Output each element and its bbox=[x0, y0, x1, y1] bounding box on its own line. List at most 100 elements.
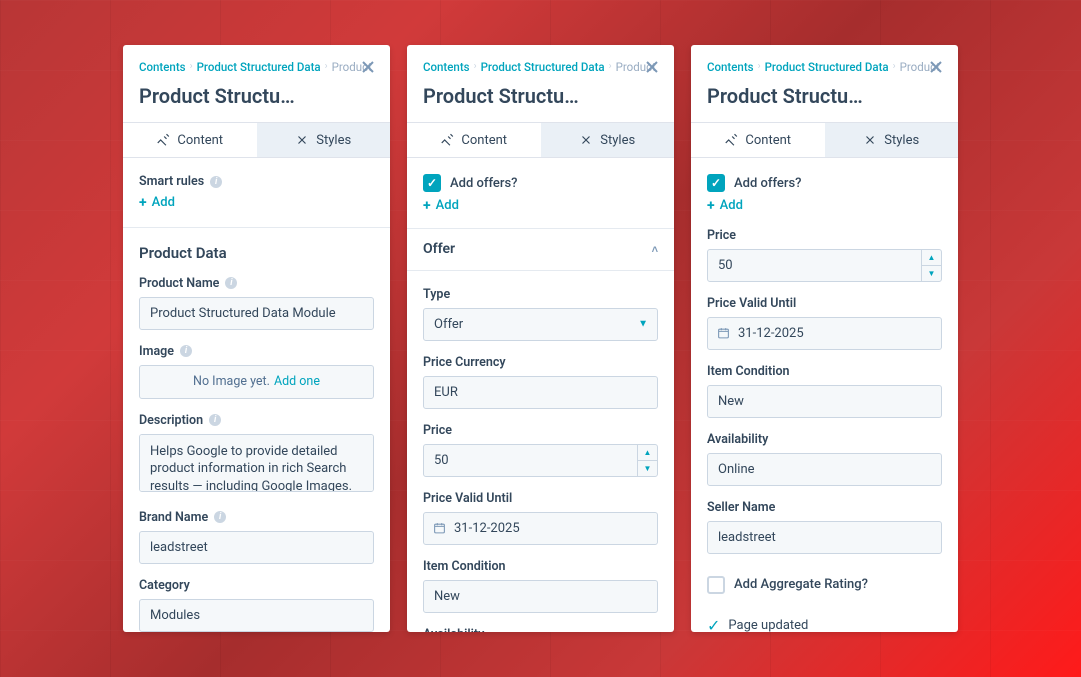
chevron-right-icon: › bbox=[609, 62, 612, 72]
field-label: Product Name bbox=[139, 276, 219, 291]
price-valid-until-input[interactable] bbox=[707, 317, 942, 350]
brand-name-input[interactable] bbox=[139, 531, 374, 564]
add-offers-checkbox[interactable]: Add offers? bbox=[707, 174, 942, 192]
number-stepper[interactable]: ▲ ▼ bbox=[637, 445, 657, 476]
page-title: Product Structu… bbox=[707, 84, 942, 108]
info-icon[interactable] bbox=[180, 345, 192, 357]
tab-content[interactable]: Content bbox=[123, 123, 257, 157]
description-input[interactable]: Helps Google to provide detailed product… bbox=[139, 434, 374, 492]
info-icon[interactable] bbox=[225, 277, 237, 289]
chevron-right-icon: › bbox=[893, 62, 896, 72]
info-icon[interactable] bbox=[209, 414, 221, 426]
tabs: Content Styles bbox=[123, 122, 390, 158]
item-condition-input[interactable] bbox=[423, 580, 658, 613]
check-icon: ✓ bbox=[707, 616, 720, 633]
plus-icon: + bbox=[707, 199, 715, 213]
field-label: Price Currency bbox=[423, 355, 506, 370]
add-offer-button[interactable]: + Add bbox=[423, 198, 459, 213]
tab-styles[interactable]: Styles bbox=[825, 123, 959, 157]
tab-label: Content bbox=[461, 133, 507, 148]
crumb-psd[interactable]: Product Structured Data bbox=[481, 60, 605, 74]
add-image-link[interactable]: Add one bbox=[274, 374, 320, 389]
breadcrumb: Contents › Product Structured Data › Pro… bbox=[707, 60, 942, 74]
breadcrumb: Contents › Product Structured Data › Pro… bbox=[423, 60, 658, 74]
availability-input[interactable] bbox=[707, 453, 942, 486]
add-offers-checkbox[interactable]: Add offers? bbox=[423, 174, 658, 192]
tab-label: Styles bbox=[316, 133, 351, 148]
chevron-right-icon: › bbox=[474, 62, 477, 72]
crumb-contents[interactable]: Contents bbox=[139, 60, 186, 74]
item-condition-input[interactable] bbox=[707, 385, 942, 418]
tabs: Content Styles bbox=[407, 122, 674, 158]
field-label: Item Condition bbox=[423, 559, 506, 574]
step-down-icon[interactable]: ▼ bbox=[638, 461, 657, 476]
field-label: Price Valid Until bbox=[707, 296, 796, 311]
crumb-contents[interactable]: Contents bbox=[707, 60, 754, 74]
category-input[interactable] bbox=[139, 599, 374, 632]
plus-icon: + bbox=[139, 196, 147, 210]
field-label: Brand Name bbox=[139, 510, 208, 525]
checkbox-icon bbox=[707, 576, 725, 594]
field-label: Price bbox=[423, 423, 452, 438]
plus-icon: + bbox=[423, 199, 431, 213]
page-title: Product Structu… bbox=[423, 84, 658, 108]
section-heading: Product Data bbox=[139, 244, 374, 262]
step-up-icon[interactable]: ▲ bbox=[922, 250, 941, 266]
add-smart-rule[interactable]: + Add bbox=[139, 195, 175, 210]
tab-styles[interactable]: Styles bbox=[257, 123, 391, 157]
add-offer-button[interactable]: + Add bbox=[707, 198, 743, 213]
chevron-up-icon: ˄ bbox=[652, 243, 658, 256]
chevron-right-icon: › bbox=[190, 62, 193, 72]
info-icon[interactable] bbox=[210, 176, 222, 188]
price-currency-input[interactable] bbox=[423, 376, 658, 409]
price-input[interactable] bbox=[423, 444, 658, 477]
field-label: Image bbox=[139, 344, 174, 359]
field-label: Price Valid Until bbox=[423, 491, 512, 506]
panel-product-data: Contents › Product Structured Data › Pro… bbox=[123, 45, 390, 632]
info-icon[interactable] bbox=[214, 511, 226, 523]
field-label: Description bbox=[139, 413, 203, 428]
step-down-icon[interactable]: ▼ bbox=[922, 266, 941, 281]
checkbox-icon bbox=[707, 174, 725, 192]
offer-accordion-header[interactable]: Offer ˄ bbox=[407, 229, 674, 271]
field-label: Item Condition bbox=[707, 364, 790, 379]
step-up-icon[interactable]: ▲ bbox=[638, 445, 657, 461]
close-icon[interactable] bbox=[644, 59, 660, 75]
field-label: Availability bbox=[423, 627, 484, 633]
checkbox-icon bbox=[423, 174, 441, 192]
add-aggregate-rating-checkbox[interactable]: Add Aggregate Rating? bbox=[707, 576, 942, 594]
field-label: Category bbox=[139, 578, 190, 593]
seller-name-input[interactable] bbox=[707, 521, 942, 554]
tab-content[interactable]: Content bbox=[691, 123, 825, 157]
crumb-psd[interactable]: Product Structured Data bbox=[197, 60, 321, 74]
number-stepper[interactable]: ▲ ▼ bbox=[921, 250, 941, 281]
close-icon[interactable] bbox=[928, 59, 944, 75]
tabs: Content Styles bbox=[691, 122, 958, 158]
smart-rules-label: Smart rules bbox=[139, 174, 374, 189]
image-picker[interactable]: No Image yet. Add one bbox=[139, 365, 374, 399]
tab-label: Styles bbox=[884, 133, 919, 148]
tab-label: Content bbox=[745, 133, 791, 148]
field-label: Price bbox=[707, 228, 736, 243]
calendar-icon bbox=[717, 327, 730, 340]
tab-label: Styles bbox=[600, 133, 635, 148]
breadcrumb: Contents › Product Structured Data › Pro… bbox=[139, 60, 374, 74]
status-page-updated: ✓ Page updated bbox=[707, 616, 942, 633]
tab-content[interactable]: Content bbox=[407, 123, 541, 157]
panel-offer: Contents › Product Structured Data › Pro… bbox=[407, 45, 674, 632]
price-valid-until-input[interactable] bbox=[423, 512, 658, 545]
close-icon[interactable] bbox=[360, 59, 376, 75]
page-title: Product Structu… bbox=[139, 84, 374, 108]
calendar-icon bbox=[433, 522, 446, 535]
price-input[interactable] bbox=[707, 249, 942, 282]
tab-label: Content bbox=[177, 133, 223, 148]
panel-offer-extended: Contents › Product Structured Data › Pro… bbox=[691, 45, 958, 632]
field-label: Availability bbox=[707, 432, 768, 447]
tab-styles[interactable]: Styles bbox=[541, 123, 675, 157]
product-name-input[interactable] bbox=[139, 297, 374, 330]
field-label: Seller Name bbox=[707, 500, 775, 515]
field-label: Type bbox=[423, 287, 450, 302]
type-select[interactable] bbox=[423, 308, 658, 341]
crumb-psd[interactable]: Product Structured Data bbox=[765, 60, 889, 74]
crumb-contents[interactable]: Contents bbox=[423, 60, 470, 74]
